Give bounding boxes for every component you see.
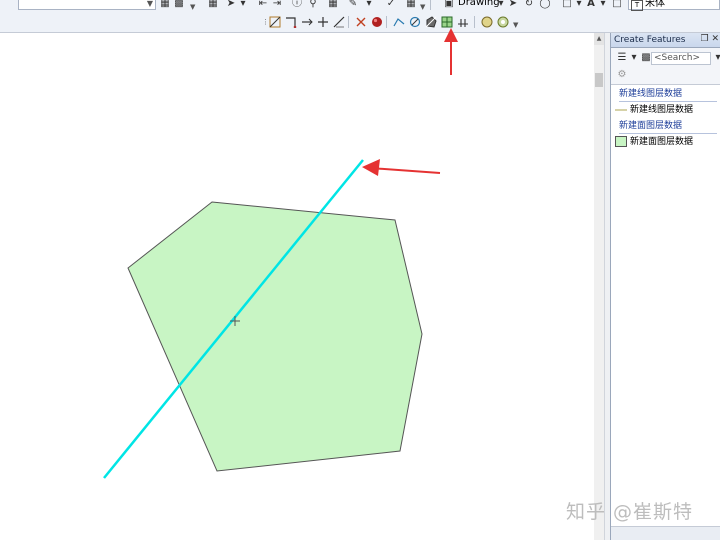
measure-icon[interactable]: ▦ <box>326 0 340 11</box>
toolbar-separator <box>474 16 475 28</box>
cut-polygons-icon[interactable] <box>424 15 438 29</box>
polygon-symbol-icon <box>615 136 627 147</box>
font-type-icon: T <box>631 0 643 11</box>
find-icon[interactable]: ⚲ <box>306 0 320 11</box>
attributes-icon[interactable]: ▦ <box>404 0 418 11</box>
forward-icon[interactable]: ⇥ <box>270 0 284 11</box>
chevron-down-icon[interactable]: ▾ <box>596 0 610 11</box>
annotation-arrow-up <box>444 28 458 75</box>
group-divider <box>619 133 717 134</box>
error-inspector-icon[interactable] <box>370 15 384 29</box>
annotation-arrow-line <box>369 167 441 174</box>
template-search-input[interactable]: <Search> <box>651 52 711 65</box>
modify-edge-icon[interactable] <box>300 15 314 29</box>
chevron-down-icon[interactable]: ▾ <box>362 0 376 11</box>
toolbar-area: ▼ ▦ ▩ ▼ ▦ ➤ ▾ ⇤ ⇥ ⓘ ⚲ ▦ ✎ ▾ ✓ ▦ ▼ ▣ Draw… <box>0 0 720 33</box>
map-canvas[interactable] <box>0 33 604 540</box>
zoom-icon[interactable]: ◯ <box>538 0 552 11</box>
back-icon[interactable]: ⇤ <box>256 0 270 11</box>
scroll-up-icon[interactable]: ▲ <box>594 33 604 45</box>
toolbar-row-1: ▼ ▦ ▩ ▼ ▦ ➤ ▾ ⇤ ⇥ ⓘ ⚲ ▦ ✎ ▾ ✓ ▦ ▼ ▣ Draw… <box>0 0 720 14</box>
template-item-polygon[interactable]: 新建面图层数据 <box>615 135 719 149</box>
generalize-icon[interactable] <box>332 15 346 29</box>
template-item-label: 新建线图层数据 <box>630 105 694 115</box>
copy-icon[interactable]: ▩ <box>172 0 186 11</box>
map-scrollbar[interactable]: ▲ <box>594 33 604 540</box>
group-divider <box>619 101 717 102</box>
toolbar-row-2-topology: ⋮ ▼ <box>0 15 720 29</box>
rotate-icon[interactable]: ↻ <box>522 0 536 11</box>
template-item-line[interactable]: 新建线图层数据 <box>615 103 719 117</box>
align-edge-icon[interactable] <box>316 15 330 29</box>
sketch-icon[interactable]: ✓ <box>384 0 398 11</box>
annotation-arrow-head <box>362 159 380 176</box>
font-name-combo[interactable]: T 宋体 <box>628 0 720 11</box>
scroll-thumb[interactable] <box>595 73 603 87</box>
create-features-panel: Create Features ❒ ✕ ☰ ▾ ▩ <Search> ▾ ⚙ 新… <box>610 33 720 540</box>
map-svg <box>103 159 441 479</box>
table-icon[interactable]: ▦ <box>206 0 220 11</box>
chevron-down-icon: ▼ <box>146 0 153 8</box>
grid-icon[interactable]: ▦ <box>158 0 172 11</box>
new-text-icon[interactable]: ▣ <box>442 0 456 11</box>
planarize-icon[interactable] <box>408 15 422 29</box>
reshape-edge-icon[interactable] <box>284 15 298 29</box>
chevron-down-icon[interactable]: ▾ <box>711 51 720 65</box>
construction-tools-pane <box>611 526 720 540</box>
watermark-text: 知乎 @崔斯特 <box>566 501 694 523</box>
toolbar-overflow-icon[interactable]: ▼ <box>190 3 196 11</box>
callout-icon[interactable]: □ <box>610 0 624 11</box>
layer-combo[interactable]: ▼ <box>18 0 156 10</box>
font-name-value: 宋体 <box>645 0 665 9</box>
toolbar-overflow-icon[interactable]: ▼ <box>420 3 426 11</box>
split-polygon-icon[interactable] <box>440 15 454 29</box>
topology-settings-icon[interactable] <box>496 15 510 29</box>
topology-edit-icon[interactable] <box>268 15 282 29</box>
filter-icon[interactable]: ⚙ <box>615 68 629 82</box>
validate-topology-icon[interactable] <box>354 15 368 29</box>
toolbar-separator <box>348 16 349 28</box>
line-symbol-icon <box>615 108 627 111</box>
group-header-line-layer[interactable]: 新建线图层数据 <box>619 89 682 100</box>
toolbar-separator <box>386 16 387 28</box>
identify-icon[interactable]: ⓘ <box>290 0 304 11</box>
polygon-feature[interactable] <box>127 201 423 472</box>
panel-title-bar: Create Features ❒ ✕ <box>611 33 720 48</box>
toolbar-overflow-icon[interactable]: ▼ <box>513 21 519 29</box>
panel-window-controls[interactable]: ❒ ✕ <box>701 34 719 45</box>
panel-title: Create Features <box>614 35 686 45</box>
panel-toolbar: ☰ ▾ ▩ <Search> ▾ ⚙ <box>611 48 720 85</box>
edit-icon[interactable]: ✎ <box>346 0 360 11</box>
group-header-polygon-layer[interactable]: 新建面图层数据 <box>619 121 682 132</box>
template-item-label: 新建面图层数据 <box>630 137 694 147</box>
select-elements-icon[interactable]: ➤ <box>506 0 520 11</box>
split-features-icon[interactable] <box>456 15 470 29</box>
topology-map-icon[interactable] <box>480 15 494 29</box>
construct-features-icon[interactable] <box>392 15 406 29</box>
toolbar-separator <box>430 0 431 10</box>
chevron-down-icon[interactable]: ▾ <box>236 0 250 11</box>
